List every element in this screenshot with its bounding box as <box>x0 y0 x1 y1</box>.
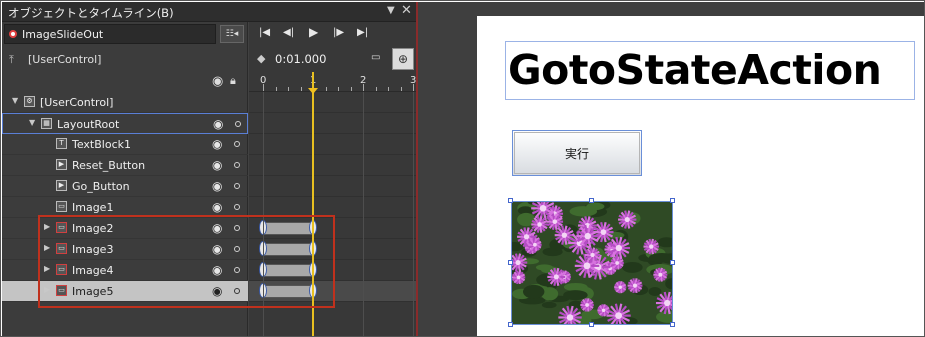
lock-toggle-icon[interactable] <box>234 141 240 147</box>
storyboard-record-icon <box>9 30 17 38</box>
current-time[interactable]: 0:01.000 <box>275 52 326 66</box>
prev-frame-icon[interactable]: ◀| <box>283 27 294 38</box>
ruler-tick <box>275 87 277 91</box>
ruler-tick <box>400 87 402 91</box>
tree-row-label: Image1 <box>72 201 114 214</box>
tree-row[interactable]: ▼ ⚙ [UserControl] <box>2 92 248 113</box>
panel-title-bar: オブジェクトとタイムライン(B) ▼ ✕ <box>2 2 416 22</box>
lock-icon[interactable]: 🔒︎ <box>230 74 236 88</box>
tree-row[interactable]: ▶ Go_Button ◉ <box>2 176 248 197</box>
flower-image[interactable] <box>511 201 673 325</box>
ruler-tick <box>288 87 289 91</box>
scope-label: [UserControl] <box>28 53 102 66</box>
ruler-tick <box>363 84 364 91</box>
scope-row[interactable]: ⤒ [UserControl] <box>2 50 248 70</box>
timeline-gridline <box>363 92 364 336</box>
storyboard-name: ImageSlideOut <box>22 28 104 41</box>
lock-toggle-icon[interactable] <box>234 162 240 168</box>
tree-row-label: LayoutRoot <box>57 118 120 131</box>
tree-row[interactable]: T TextBlock1 ◉ <box>2 134 248 155</box>
lock-toggle-icon[interactable] <box>234 204 240 210</box>
lock-toggle-icon[interactable] <box>234 183 240 189</box>
pin-icon[interactable]: ▼ <box>387 5 395 16</box>
objects-timeline-panel: オブジェクトとタイムライン(B) ▼ ✕ ImageSlideOut ☷◂ ⤒ … <box>2 2 452 336</box>
timeline-ruler[interactable]: 0123 <box>249 72 452 92</box>
tree-row-label: Go_Button <box>72 180 130 193</box>
resize-handle[interactable] <box>589 322 594 327</box>
artboard-title-text: GotoStateAction <box>508 46 882 94</box>
ruler-tick <box>300 87 302 91</box>
panel-title: オブジェクトとタイムライン(B) <box>8 6 174 20</box>
zoom-fit-button[interactable]: ⊕ <box>392 48 414 70</box>
resize-handle[interactable] <box>508 260 513 265</box>
timeline-row[interactable] <box>249 92 416 113</box>
ruler-tick <box>375 87 377 91</box>
time-display: ◆ 0:01.000 ▭ ⊕ <box>249 48 416 70</box>
collapse-arrow-icon[interactable]: ▼ <box>29 118 35 127</box>
button-icon: ▶ <box>56 180 67 191</box>
textblock-icon: T <box>56 138 67 149</box>
storyboard-menu-button[interactable]: ☷◂ <box>220 25 244 43</box>
timeline-gridline <box>413 92 414 336</box>
resize-handle[interactable] <box>589 198 594 203</box>
playback-controls: |◀ ◀| ▶ |▶ ▶| <box>249 22 416 46</box>
ruler-tick <box>350 87 352 91</box>
play-icon[interactable]: ▶ <box>309 25 318 39</box>
ruler-tick <box>413 84 414 91</box>
timeline-row[interactable] <box>249 113 416 134</box>
resize-handle[interactable] <box>508 322 513 327</box>
collapse-arrow-icon[interactable]: ▼ <box>12 96 18 105</box>
scope-up-icon[interactable]: ⤒ <box>9 53 14 67</box>
last-frame-icon[interactable]: ▶| <box>357 27 368 38</box>
record-keyframe-icon[interactable]: ◆ <box>257 52 265 65</box>
timeline-row[interactable] <box>249 176 416 197</box>
next-frame-icon[interactable]: |▶ <box>333 27 344 38</box>
highlight-callout <box>38 215 335 308</box>
tree-row-label: TextBlock1 <box>72 138 131 151</box>
ruler-tick <box>263 84 264 91</box>
tree-row[interactable]: ▼ ▦ LayoutRoot ◉ <box>2 113 248 134</box>
artboard-title-textblock[interactable]: GotoStateAction <box>505 41 915 100</box>
eye-icon[interactable]: ◉ <box>212 74 223 89</box>
eye-icon[interactable]: ◉ <box>212 158 222 172</box>
tree-row-label: [UserControl] <box>40 96 114 109</box>
storyboard-picker[interactable]: ImageSlideOut <box>4 24 216 44</box>
eye-icon[interactable]: ◉ <box>213 117 223 131</box>
tree-column-header: ◉ 🔒︎ <box>2 72 248 92</box>
lock-toggle-icon[interactable] <box>235 121 241 127</box>
ruler-tick <box>325 87 327 91</box>
snap-icon[interactable]: ▭ <box>371 52 380 63</box>
eye-icon[interactable]: ◉ <box>212 137 222 151</box>
window-frame: オブジェクトとタイムライン(B) ▼ ✕ ImageSlideOut ☷◂ ⤒ … <box>0 0 925 337</box>
resize-handle[interactable] <box>670 322 675 327</box>
tree-row-label: Reset_Button <box>72 159 146 172</box>
timeline-row[interactable] <box>249 155 416 176</box>
button-icon: ▶ <box>56 159 67 170</box>
usercontrol-icon: ⚙ <box>24 96 35 107</box>
playhead-handle[interactable] <box>308 88 318 94</box>
image-icon: ▭ <box>56 201 67 212</box>
eye-icon[interactable]: ◉ <box>212 179 222 193</box>
timeline-row[interactable] <box>249 134 416 155</box>
resize-handle[interactable] <box>670 260 675 265</box>
resize-handle[interactable] <box>670 198 675 203</box>
ruler-tick <box>388 87 389 91</box>
grid-icon: ▦ <box>41 118 52 129</box>
eye-icon[interactable]: ◉ <box>212 200 222 214</box>
ruler-tick <box>338 87 339 91</box>
first-frame-icon[interactable]: |◀ <box>259 27 270 38</box>
artboard-go-button[interactable]: 実行 <box>512 130 642 176</box>
tree-row[interactable]: ▶ Reset_Button ◉ <box>2 155 248 176</box>
artboard-button-label: 実行 <box>564 147 589 161</box>
flower-image-graphic <box>512 202 672 324</box>
close-icon[interactable]: ✕ <box>401 3 412 18</box>
resize-handle[interactable] <box>508 198 513 203</box>
